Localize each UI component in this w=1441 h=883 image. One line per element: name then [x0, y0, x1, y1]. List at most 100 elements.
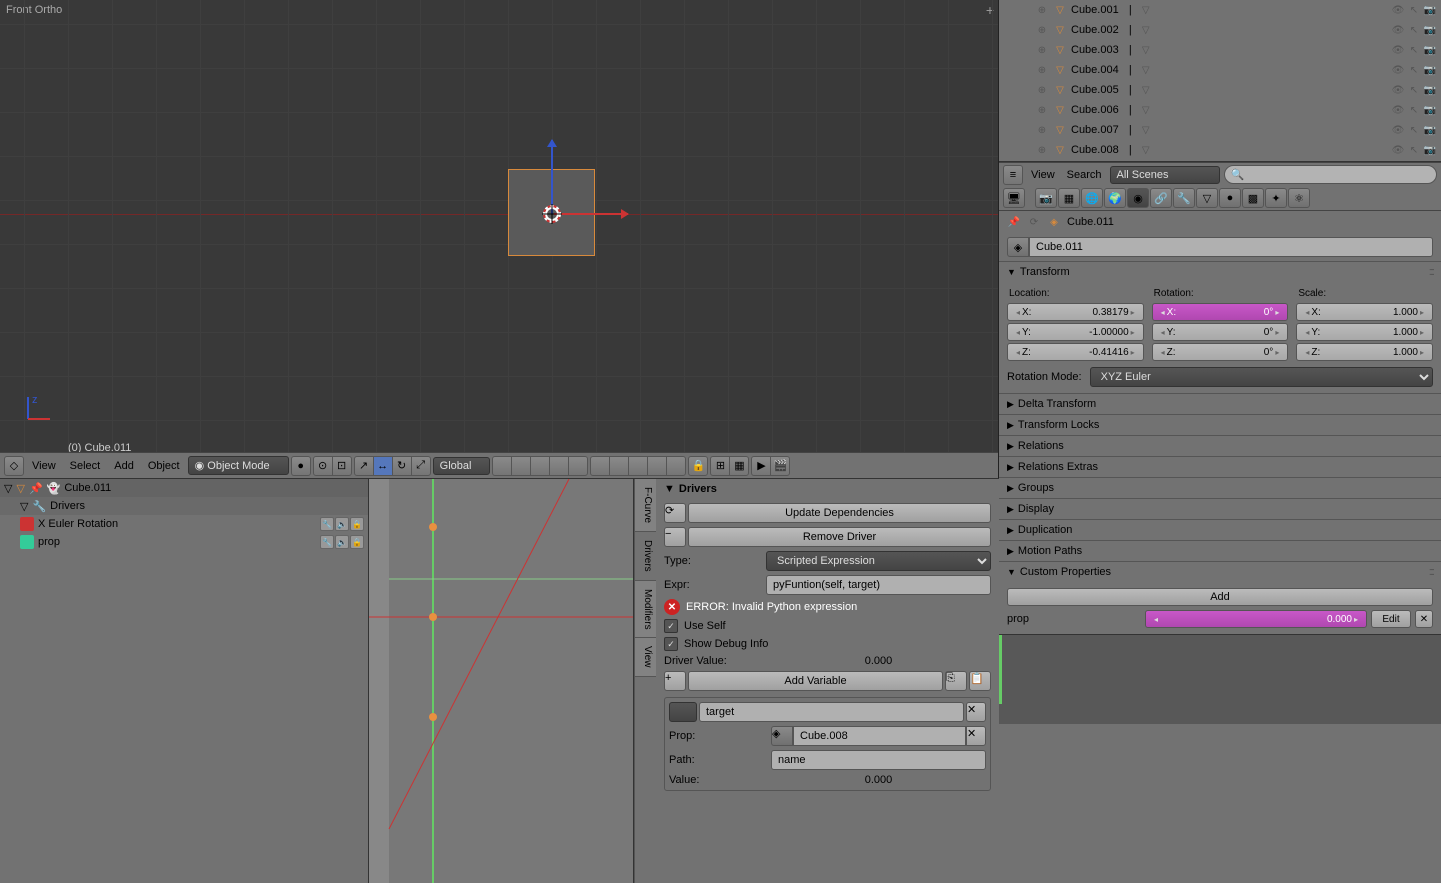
expand-icon[interactable]: ⊕: [1035, 123, 1049, 137]
lock-icon[interactable]: 🔒: [688, 456, 708, 476]
cursor-icon[interactable]: ↖: [1407, 143, 1421, 157]
use-self-checkbox[interactable]: ✓: [664, 619, 678, 633]
panel-transform-header[interactable]: ▼ Transform ::::: [999, 262, 1441, 282]
layer-btn[interactable]: [647, 456, 667, 476]
rotation-y-field[interactable]: ◂Y:0°▸: [1152, 323, 1289, 341]
scale-z-field[interactable]: ◂Z:1.000▸: [1296, 343, 1433, 361]
outliner-row[interactable]: ⊕▽Cube.003 | ▽👁↖📷: [999, 40, 1441, 60]
camera-icon[interactable]: 📷: [1423, 3, 1437, 17]
datablock-name-input[interactable]: [1029, 237, 1433, 257]
channel-item[interactable]: prop 🔧🔈🔒: [0, 533, 368, 551]
expand-icon[interactable]: ⊕: [1035, 3, 1049, 17]
panel-duplication-header[interactable]: ▶Duplication: [999, 520, 1441, 540]
layer-btn[interactable]: [590, 456, 610, 476]
camera-icon[interactable]: 📷: [1423, 143, 1437, 157]
rotation-z-field[interactable]: ◂Z:0°▸: [1152, 343, 1289, 361]
debug-checkbox[interactable]: ✓: [664, 637, 678, 651]
layer-btn[interactable]: [609, 456, 629, 476]
channel-item[interactable]: X Euler Rotation 🔧🔈🔒: [0, 515, 368, 533]
rotation-x-field[interactable]: ◂X:0°▸: [1152, 303, 1289, 321]
tab-constraints[interactable]: 🔗: [1150, 188, 1172, 208]
panel-groups-header[interactable]: ▶Groups: [999, 478, 1441, 498]
expand-icon[interactable]: ⊕: [1035, 23, 1049, 37]
cursor-icon[interactable]: ↖: [1407, 123, 1421, 137]
mode-dropdown[interactable]: ◉ Object Mode: [188, 456, 289, 475]
mute-icon[interactable]: 🔈: [335, 535, 349, 549]
camera-icon[interactable]: 📷: [1423, 123, 1437, 137]
variable-name-input[interactable]: [699, 702, 964, 722]
panel-custom-props-header[interactable]: ▼Custom Properties::::: [999, 562, 1441, 582]
eye-icon[interactable]: 👁: [1391, 123, 1405, 137]
paste-icon[interactable]: 📋: [969, 671, 991, 691]
panel-relations-header[interactable]: ▶Relations: [999, 436, 1441, 456]
outliner-editor-icon[interactable]: ≡: [1003, 165, 1023, 185]
tab-physics[interactable]: ⚛: [1288, 188, 1310, 208]
outliner[interactable]: ⊕▽Cube.001 | ▽👁↖📷⊕▽Cube.002 | ▽👁↖📷⊕▽Cube…: [999, 0, 1441, 162]
wrench-icon[interactable]: 🔧: [320, 535, 334, 549]
timeline[interactable]: [999, 634, 1441, 724]
menu-select[interactable]: Select: [64, 460, 107, 472]
expand-icon[interactable]: ⊕: [1035, 103, 1049, 117]
tab-scene[interactable]: 🌐: [1081, 188, 1103, 208]
menu-add[interactable]: Add: [108, 460, 140, 472]
layer-btn[interactable]: [530, 456, 550, 476]
location-z-field[interactable]: ◂Z:-0.41416▸: [1007, 343, 1144, 361]
panel-display-header[interactable]: ▶Display: [999, 499, 1441, 519]
pivot-align-icon[interactable]: ⊡: [332, 456, 352, 476]
snap-target-icon[interactable]: ▦: [729, 456, 749, 476]
channel-tree[interactable]: ▽ ▽ 📌 👻 Cube.011 ▽ 🔧 Drivers X Euler Rot…: [0, 479, 369, 883]
expand-icon[interactable]: ⊕: [1035, 63, 1049, 77]
menu-view[interactable]: View: [26, 460, 62, 472]
tab-particles[interactable]: ✦: [1265, 188, 1287, 208]
menu-object[interactable]: Object: [142, 460, 186, 472]
panel-locks-header[interactable]: ▶Transform Locks: [999, 415, 1441, 435]
tab-render[interactable]: 📷: [1035, 188, 1057, 208]
panel-motion-paths-header[interactable]: ▶Motion Paths: [999, 541, 1441, 561]
update-deps-button[interactable]: Update Dependencies: [688, 503, 991, 523]
eye-icon[interactable]: 👁: [1391, 63, 1405, 77]
translate-icon[interactable]: ↔: [373, 456, 393, 476]
copy-icon[interactable]: ⎘: [945, 671, 967, 691]
outliner-search-input[interactable]: 🔍: [1224, 165, 1437, 184]
layer-btn[interactable]: [568, 456, 588, 476]
lock-icon[interactable]: 🔒: [350, 535, 364, 549]
eye-icon[interactable]: 👁: [1391, 83, 1405, 97]
outliner-row[interactable]: ⊕▽Cube.002 | ▽👁↖📷: [999, 20, 1441, 40]
tab-world[interactable]: 🌍: [1104, 188, 1126, 208]
viewport-3d[interactable]: Front Ortho + z (0) Cube.011 ◇ View Sele…: [0, 0, 999, 478]
mute-icon[interactable]: 🔈: [335, 517, 349, 531]
tab-modifiers[interactable]: 🔧: [1173, 188, 1195, 208]
graph-canvas[interactable]: [369, 479, 634, 883]
refresh-icon[interactable]: ⟳: [664, 503, 686, 523]
custom-prop-value-field[interactable]: ◂0.000▸: [1145, 610, 1367, 628]
eye-icon[interactable]: 👁: [1391, 103, 1405, 117]
channel-root[interactable]: ▽ ▽ 📌 👻 Cube.011: [0, 479, 368, 497]
outliner-row[interactable]: ⊕▽Cube.007 | ▽👁↖📷: [999, 120, 1441, 140]
tab-icon[interactable]: 🖥: [1003, 188, 1025, 208]
remove-driver-button[interactable]: Remove Driver: [688, 527, 991, 547]
pin-icon[interactable]: 📌: [29, 482, 43, 495]
add-variable-button[interactable]: Add Variable: [688, 671, 943, 691]
clear-icon[interactable]: ✕: [966, 726, 986, 746]
panel-relations-extras-header[interactable]: ▶Relations Extras: [999, 457, 1441, 477]
eye-icon[interactable]: 👁: [1391, 3, 1405, 17]
orientation-dropdown[interactable]: Global: [433, 457, 491, 475]
add-custom-prop-button[interactable]: Add: [1007, 588, 1433, 606]
scale-icon[interactable]: ⤢: [411, 456, 431, 476]
tab-fcurve[interactable]: F-Curve: [635, 479, 656, 532]
driver-type-dropdown[interactable]: Scripted Expression: [766, 551, 991, 571]
camera-icon[interactable]: 📷: [1423, 63, 1437, 77]
outliner-filter-dropdown[interactable]: All Scenes: [1110, 166, 1220, 184]
pin-icon[interactable]: 📌: [1007, 215, 1021, 229]
outliner-menu-search[interactable]: Search: [1063, 169, 1106, 181]
render-icon[interactable]: 🎬: [770, 456, 790, 476]
tab-layers[interactable]: ▦: [1058, 188, 1080, 208]
panel-delta-header[interactable]: ▶Delta Transform: [999, 394, 1441, 414]
tab-view[interactable]: View: [635, 638, 656, 677]
plus-icon[interactable]: +: [664, 671, 686, 691]
path-input[interactable]: [771, 750, 986, 770]
outliner-row[interactable]: ⊕▽Cube.008 | ▽👁↖📷: [999, 140, 1441, 160]
rotate-icon[interactable]: ↻: [392, 456, 412, 476]
eye-icon[interactable]: 👁: [1391, 43, 1405, 57]
expand-icon[interactable]: ⊕: [1035, 43, 1049, 57]
